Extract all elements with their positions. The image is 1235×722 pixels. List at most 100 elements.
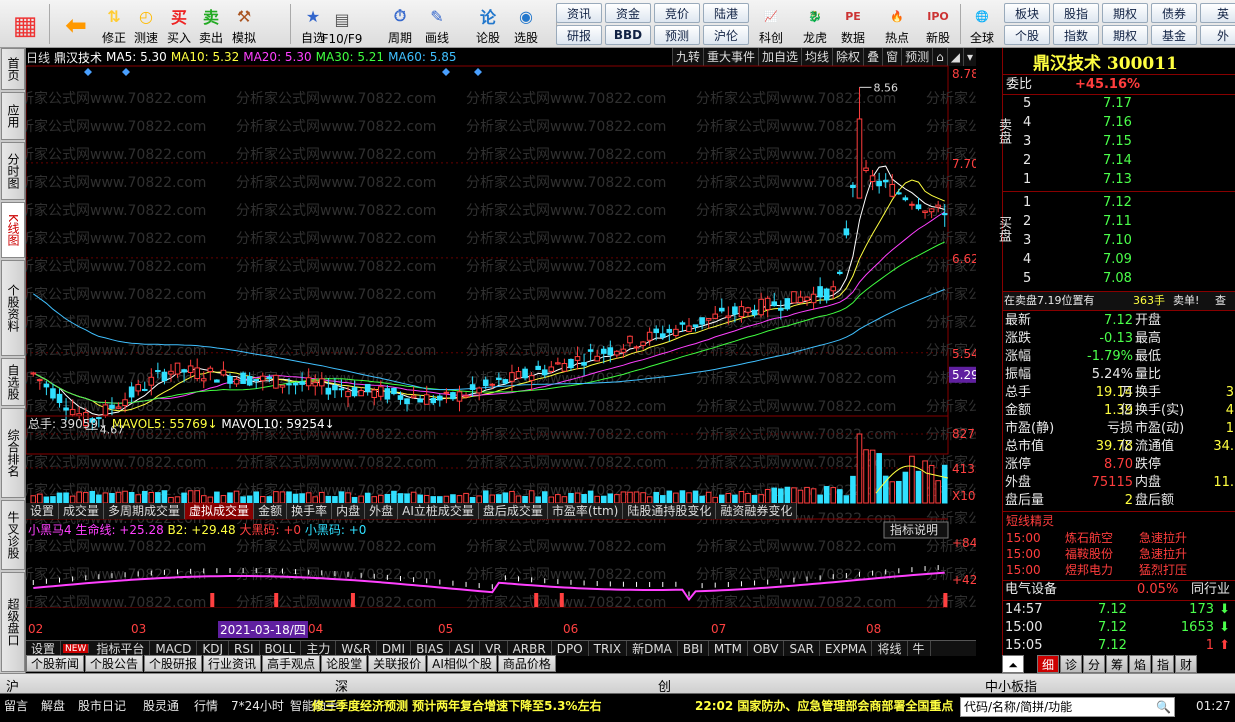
news-tab-7[interactable]: AI相似个股: [427, 655, 497, 672]
volume-bar[interactable]: [791, 487, 797, 504]
candle-body[interactable]: [69, 409, 76, 416]
volume-bar[interactable]: [253, 491, 260, 504]
volume-bar[interactable]: [496, 494, 502, 504]
indicator-tab-2[interactable]: 指标平台: [91, 641, 151, 656]
candle-body[interactable]: [312, 382, 319, 387]
candle-body[interactable]: [489, 383, 496, 386]
candle-body[interactable]: [823, 288, 830, 301]
candle-body[interactable]: [587, 349, 594, 352]
volume-bar[interactable]: [299, 493, 305, 504]
candle-body[interactable]: [456, 391, 463, 402]
ticker-item-0[interactable]: 留言: [4, 696, 28, 716]
volume-bar[interactable]: [594, 495, 600, 504]
volume-bar[interactable]: [935, 480, 941, 504]
candle-body[interactable]: [600, 348, 607, 354]
volume-bar[interactable]: [358, 495, 364, 504]
candle-body[interactable]: [391, 387, 397, 395]
toolbar-right-bottom-4[interactable]: 外: [1200, 25, 1235, 45]
candle-body[interactable]: [410, 395, 417, 399]
indicator-tab-11[interactable]: ASI: [450, 641, 481, 656]
candle-body[interactable]: [214, 379, 220, 383]
volume-tab-3[interactable]: 虚拟成交量: [185, 503, 255, 519]
volume-bar[interactable]: [699, 495, 705, 504]
candle-body[interactable]: [561, 363, 568, 372]
toolbar-small-top-1[interactable]: 资金: [605, 3, 651, 23]
volume-bar[interactable]: [82, 492, 89, 504]
volume-bar[interactable]: [410, 491, 417, 504]
volume-bar[interactable]: [843, 495, 850, 504]
volume-tab-8[interactable]: AI立桩成交量: [398, 503, 479, 519]
candle-body[interactable]: [220, 369, 227, 376]
volume-bar[interactable]: [607, 493, 614, 504]
candle-body[interactable]: [404, 398, 410, 405]
candle-body[interactable]: [148, 376, 155, 386]
candle-body[interactable]: [941, 213, 948, 216]
volume-bar[interactable]: [614, 494, 620, 504]
volume-bar[interactable]: [56, 492, 63, 504]
toolbar-small-top-2[interactable]: 竞价: [654, 3, 700, 23]
buy-level-row[interactable]: 1 7.12: [1003, 194, 1235, 212]
candle-body[interactable]: [699, 317, 705, 325]
indicator-tab-0[interactable]: 设置: [26, 641, 62, 656]
volume-bar[interactable]: [620, 491, 627, 504]
volume-bar[interactable]: [850, 475, 856, 504]
volume-bar[interactable]: [725, 492, 732, 504]
candle-body[interactable]: [279, 384, 286, 388]
candle-body[interactable]: [378, 386, 384, 397]
candle-body[interactable]: [463, 395, 469, 398]
volume-bar[interactable]: [909, 455, 915, 504]
candle-body[interactable]: [856, 118, 863, 199]
left-tab-5[interactable]: 自选股: [1, 358, 25, 406]
candle-body[interactable]: [299, 381, 305, 385]
scroll-top-icon[interactable]: ⏶: [1002, 655, 1024, 673]
candle-body[interactable]: [141, 388, 148, 391]
candle-body[interactable]: [666, 328, 673, 333]
candle-body[interactable]: [863, 167, 869, 172]
candle-body[interactable]: [535, 365, 541, 371]
candle-body[interactable]: [227, 375, 233, 384]
candle-body[interactable]: [627, 335, 633, 344]
candle-body[interactable]: [351, 387, 358, 397]
volume-tab-6[interactable]: 内盘: [332, 503, 366, 519]
candle-body[interactable]: [797, 296, 804, 303]
candle-body[interactable]: [515, 371, 522, 379]
event-diamond-icon[interactable]: [122, 68, 130, 76]
candle-body[interactable]: [115, 406, 122, 409]
volume-bar[interactable]: [784, 486, 791, 504]
candle-body[interactable]: [273, 374, 279, 389]
position-alert-more[interactable]: 查: [1215, 292, 1226, 310]
volume-bar[interactable]: [863, 449, 869, 504]
candle-body[interactable]: [122, 399, 128, 407]
sector-peer[interactable]: 同行业: [1191, 581, 1230, 599]
candle-body[interactable]: [56, 393, 63, 403]
buy-level-row[interactable]: 4 7.09: [1003, 251, 1235, 269]
volume-bar[interactable]: [771, 487, 778, 504]
volume-bar[interactable]: [233, 490, 240, 504]
candle-body[interactable]: [200, 378, 207, 382]
candle-body[interactable]: [607, 347, 614, 356]
volume-bar[interactable]: [476, 495, 482, 504]
candle-body[interactable]: [882, 179, 889, 183]
candle-body[interactable]: [109, 404, 115, 409]
volume-bar[interactable]: [450, 494, 456, 504]
indicator-tab-16[interactable]: 新DMA: [627, 641, 678, 656]
volume-tab-5[interactable]: 换手率: [287, 503, 333, 519]
indicator-tab-15[interactable]: TRIX: [589, 641, 628, 656]
volume-bar[interactable]: [856, 433, 863, 504]
buy-level-row[interactable]: 2 7.11: [1003, 213, 1235, 231]
indicator-tab-5[interactable]: RSI: [229, 641, 260, 656]
candle-body[interactable]: [646, 331, 653, 341]
indicator-tab-21[interactable]: EXPMA: [820, 641, 873, 656]
indicator-tab-20[interactable]: SAR: [784, 641, 820, 656]
right-tab-1[interactable]: 诊: [1060, 655, 1082, 673]
volume-bar[interactable]: [581, 494, 587, 504]
volume-bar[interactable]: [555, 494, 561, 504]
event-diamond-icon[interactable]: [84, 68, 92, 76]
candle-body[interactable]: [915, 204, 922, 210]
candle-body[interactable]: [725, 315, 732, 318]
candle-body[interactable]: [37, 379, 43, 382]
sell-level-row[interactable]: 4 7.16: [1003, 114, 1235, 132]
candle-body[interactable]: [712, 313, 719, 319]
volume-bar[interactable]: [246, 495, 253, 504]
volume-tab-10[interactable]: 市盈率(ttm): [547, 503, 624, 519]
